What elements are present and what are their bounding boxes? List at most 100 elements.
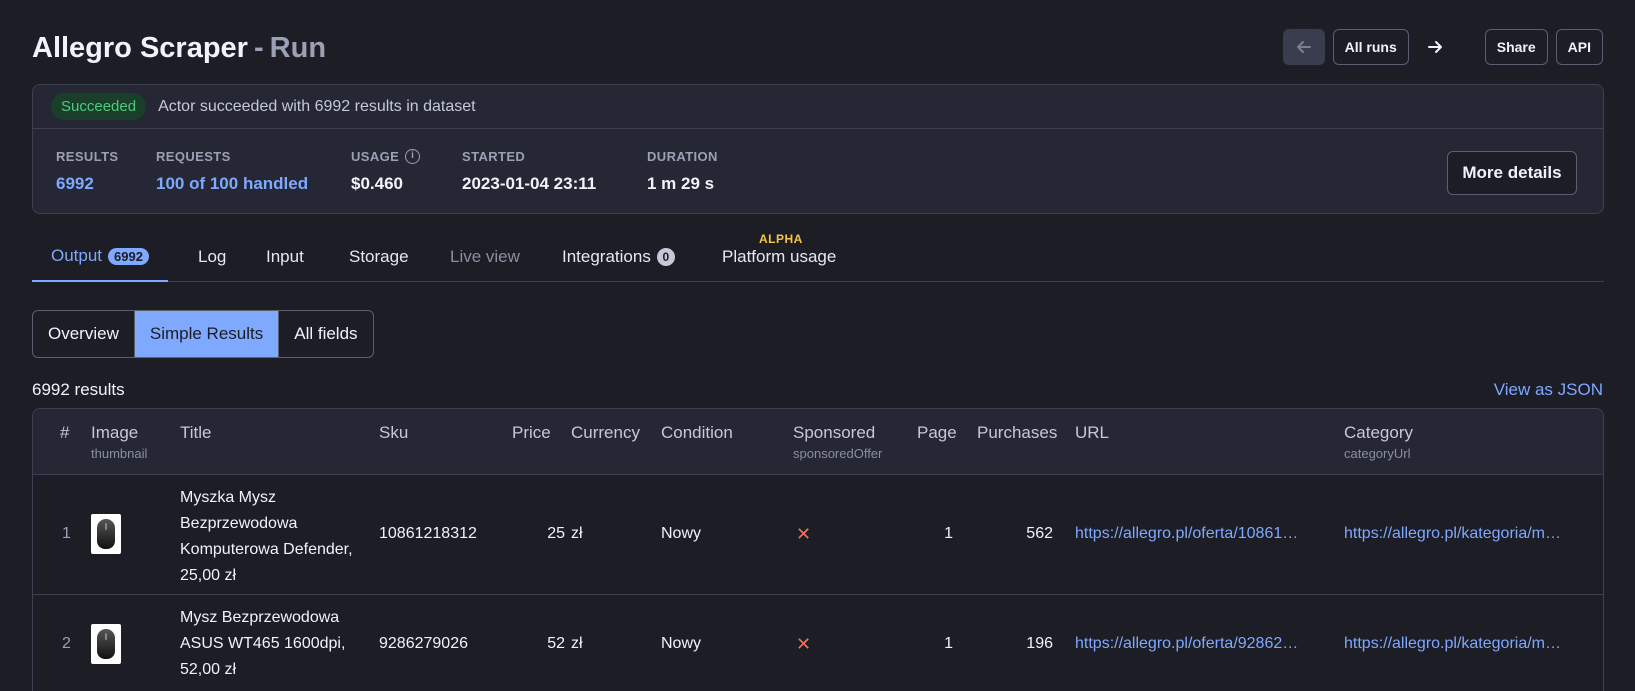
title-run: Run [269,32,327,64]
usage-label: USAGE [351,149,400,164]
product-condition: Nowy [661,525,702,542]
stat-label: RESULTS [56,149,119,164]
mouse-image [97,519,115,549]
more-details-button[interactable]: More details [1447,151,1577,195]
duration-value: 1 m 29 s [647,174,715,193]
actor-name: Allegro Scraper [32,32,248,64]
product-price: 52 [547,635,565,652]
started-value: 2023-01-04 23:11 [462,174,597,193]
mouse-image [97,629,115,659]
api-button[interactable]: API [1555,29,1603,65]
column-field: categoryUrl [1344,446,1411,461]
product-url-link[interactable]: https://allegro.pl/oferta/92862… [1075,635,1298,653]
category-url-link[interactable]: https://allegro.pl/kategoria/m… [1344,525,1561,543]
stat-duration: DURATION 1 m 29 s [647,149,718,194]
info-icon[interactable]: i [405,149,421,164]
stat-label: STARTED [462,149,526,164]
column-label: Category [1344,423,1413,442]
column-header: Sponsored sponsoredOffer [793,423,882,461]
column-label: Sponsored [793,423,876,442]
product-page: 1 [944,525,953,542]
view-selector: Overview Simple Results All fields [32,310,374,358]
product-url-link[interactable]: https://allegro.pl/oferta/10861… [1075,525,1298,543]
not-sponsored-icon: ✕ [796,634,812,654]
product-title: Mysz Bezprzewodowa ASUS WT465 1600dpi, 5… [180,609,346,678]
status-badge: Succeeded [51,93,147,120]
product-purchases: 196 [1026,635,1053,652]
product-thumbnail[interactable] [91,624,121,664]
page-title: Allegro Scraper - Run [32,32,326,65]
results-count: 6992 results [32,380,125,399]
column-header: Page [917,423,957,442]
column-header: Purchases [977,423,1058,442]
tab-output[interactable]: Output 6992 [32,232,168,282]
column-header: Sku [379,423,409,442]
run-status-card: Succeeded Actor succeeded with 6992 resu… [32,84,1604,214]
column-header: Price [512,423,551,442]
view-simple-results[interactable]: Simple Results [134,311,280,357]
tab-platform-usage[interactable]: Platform usage [722,232,836,281]
product-thumbnail[interactable] [91,514,121,554]
column-header: Image thumbnail [91,423,147,461]
tab-live-view[interactable]: Live view [450,232,520,281]
tab-integrations[interactable]: Integrations 0 [562,232,675,281]
tab-storage[interactable]: Storage [349,232,409,281]
usage-value: $0.460 [351,174,403,193]
page-header: Allegro Scraper - Run All runs Share API [32,28,1603,72]
product-purchases: 562 [1026,525,1053,542]
product-page: 1 [944,635,953,652]
requests-link[interactable]: 100 of 100 handled [156,174,308,194]
run-tabs: Output 6992 Log Input Storage Live view I… [32,232,1604,282]
column-header: URL [1075,423,1110,442]
product-price: 25 [547,525,565,542]
arrow-right-icon [1427,41,1442,53]
view-as-json-link[interactable]: View as JSON [1494,380,1603,400]
column-label: Image [91,423,139,442]
tab-label: Integrations [562,246,651,266]
next-run-button[interactable] [1417,29,1453,65]
header-actions: All runs Share API [1282,29,1603,65]
integrations-count-badge: 0 [656,247,675,266]
all-runs-button[interactable]: All runs [1332,29,1409,65]
product-sku: 9286279026 [379,635,468,652]
column-field: sponsoredOffer [793,446,883,461]
share-button[interactable]: Share [1484,29,1548,65]
results-table: # Image thumbnail Title Sku Price Currenc… [32,408,1604,691]
column-header: Title [180,423,212,442]
not-sponsored-icon: ✕ [796,524,812,544]
row-index: 2 [62,635,71,652]
product-sku: 10861218312 [379,525,477,542]
tab-log[interactable]: Log [198,232,226,281]
view-all-fields[interactable]: All fields [279,311,372,357]
category-url-link[interactable]: https://allegro.pl/kategoria/m… [1344,635,1561,653]
column-header: Category categoryUrl [1344,423,1413,461]
column-header: Currency [571,423,640,442]
stat-label: DURATION [647,149,718,164]
product-title: Myszka Mysz Bezprzewodowa Komputerowa De… [180,489,353,584]
stat-usage: USAGE i $0.460 [351,149,421,194]
stat-label: REQUESTS [156,149,231,164]
stat-requests: REQUESTS 100 of 100 handled [156,149,308,194]
view-overview[interactable]: Overview [33,311,135,357]
row-index: 1 [62,525,71,542]
column-header: # [60,423,70,442]
previous-run-button[interactable] [1282,29,1325,65]
output-count-badge: 6992 [108,247,149,265]
tab-label: Output [51,246,103,265]
title-separator: - [253,32,264,64]
table-row: 2 Mysz Bezprzewodowa ASUS WT465 1600dpi,… [33,595,1603,691]
table-row: 1 Myszka Mysz Bezprzewodowa Komputerowa … [33,475,1603,595]
status-message: Actor succeeded with 6992 results in dat… [158,97,476,115]
product-condition: Nowy [661,635,702,652]
arrow-left-icon [1296,41,1311,53]
stat-label: USAGE i [351,149,421,164]
column-header: Condition [661,423,733,442]
stat-started: STARTED 2023-01-04 23:11 [462,149,596,194]
stat-results: RESULTS 6992 [56,149,119,194]
results-link[interactable]: 6992 [56,174,119,194]
column-field: thumbnail [91,446,148,461]
table-header: # Image thumbnail Title Sku Price Currenc… [33,409,1603,475]
product-currency: zł [571,635,583,652]
product-currency: zł [571,525,583,542]
tab-input[interactable]: Input [266,232,304,281]
